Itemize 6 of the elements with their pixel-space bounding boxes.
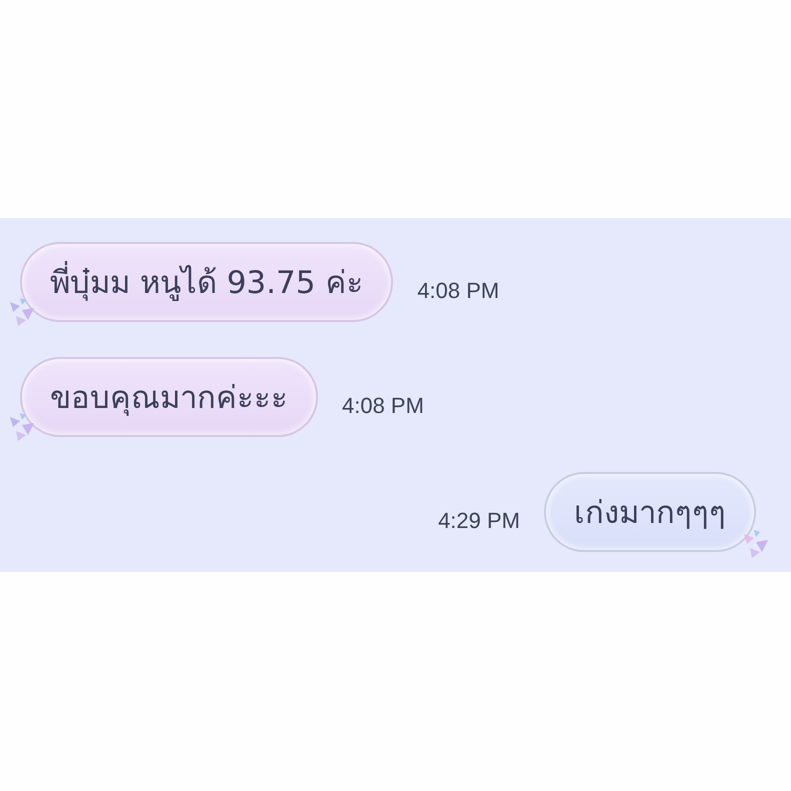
message-bubble: พี่บุ๋มม หนูได้ 93.75 ค่ะ [20, 242, 394, 322]
message-bubble: ขอบคุณมากค่ะะะ [20, 357, 318, 437]
message-time: 4:29 PM [438, 508, 520, 534]
message-bubble: เก่งมากๆๆๆ [544, 472, 756, 552]
message-time: 4:08 PM [342, 393, 424, 419]
message-time: 4:08 PM [417, 278, 500, 304]
